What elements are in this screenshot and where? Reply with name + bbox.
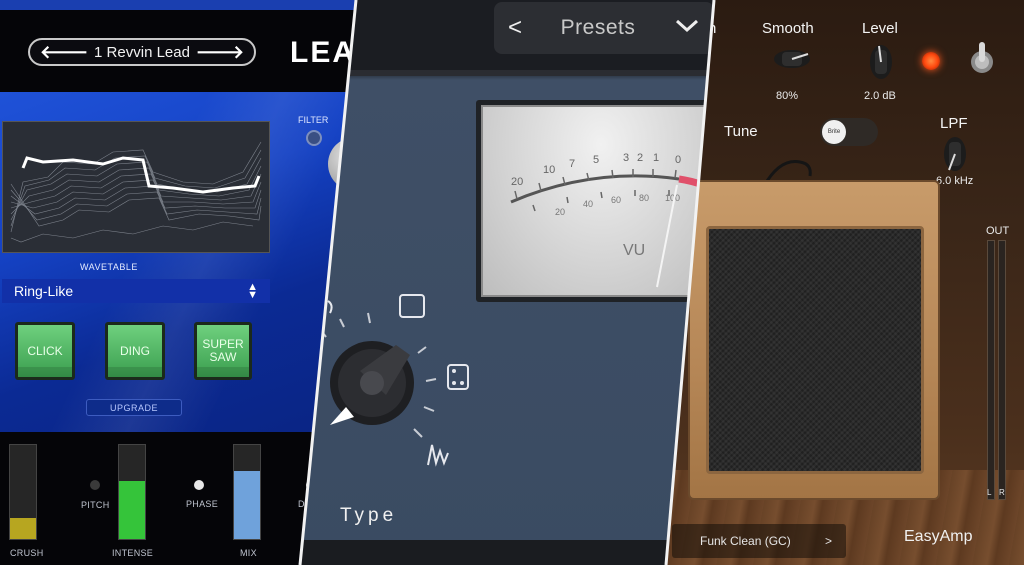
vu-pct-80: 80 bbox=[639, 193, 649, 203]
presets-label: Presets bbox=[560, 16, 636, 39]
wavetable-display[interactable] bbox=[2, 121, 270, 253]
vu-tick-0: 0 bbox=[675, 154, 681, 166]
vu-tick-3: 3 bbox=[623, 152, 629, 164]
upgrade-button[interactable]: UPGRADE bbox=[86, 399, 182, 416]
pitch-knob[interactable] bbox=[90, 480, 100, 490]
filter-label: FILTER bbox=[298, 115, 329, 125]
mix-label: MIX bbox=[240, 548, 257, 558]
vu-label: VU bbox=[623, 242, 645, 259]
click-button[interactable]: CLICK bbox=[15, 322, 75, 380]
level-knob[interactable] bbox=[866, 42, 896, 82]
mix-slider[interactable] bbox=[233, 444, 261, 540]
vu-tick-2: 2 bbox=[637, 152, 643, 164]
level-value: 2.0 dB bbox=[864, 90, 896, 102]
vu-pct-60: 60 bbox=[611, 195, 621, 205]
amp-preset-next-button[interactable]: > bbox=[825, 534, 832, 548]
vu-tick-20: 20 bbox=[511, 176, 523, 188]
vu-tick-7: 7 bbox=[569, 158, 575, 170]
ding-button[interactable]: DING bbox=[105, 322, 165, 380]
type-selector[interactable] bbox=[300, 285, 480, 485]
logo: LEA bbox=[290, 36, 356, 69]
lpf-label: LPF bbox=[940, 115, 968, 132]
amp-cabinet bbox=[688, 180, 940, 500]
lpf-value: 6.0 kHz bbox=[936, 175, 974, 187]
intense-slider[interactable] bbox=[118, 444, 146, 540]
wavetable-type-select[interactable]: Ring-Like ▲ ▼ bbox=[2, 279, 270, 303]
vu-pct-40: 40 bbox=[583, 199, 593, 209]
brand-label: EasyAmp bbox=[904, 528, 973, 545]
smooth-knob[interactable] bbox=[770, 44, 814, 74]
out-label: OUT bbox=[986, 225, 1010, 237]
level-label: Level bbox=[862, 20, 898, 37]
updown-icon: ▲ ▼ bbox=[247, 281, 258, 301]
wavetable-type-value: Ring-Like bbox=[14, 283, 74, 299]
arrow-left-icon[interactable]: 🡐 bbox=[40, 42, 88, 63]
mix-slider-fill bbox=[234, 471, 260, 539]
wavetable-graphic bbox=[10, 141, 262, 243]
tune-label: Tune bbox=[724, 123, 758, 140]
phase-knob[interactable] bbox=[194, 480, 204, 490]
intense-label: INTENSE bbox=[112, 548, 154, 558]
compressor-bottom-rail bbox=[300, 540, 714, 565]
brite-toggle-knob: Brite bbox=[822, 120, 846, 144]
preset-selector[interactable]: 🡐 1 Revvin Lead 🡒 bbox=[28, 38, 256, 66]
crush-label: CRUSH bbox=[10, 548, 44, 558]
vu-meter: 20 10 7 5 3 2 1 0 20 40 60 80 100 VU bbox=[476, 100, 714, 302]
vu-tick-10: 10 bbox=[543, 164, 555, 176]
vu-scale: 20 10 7 5 3 2 1 0 20 40 60 80 100 VU bbox=[510, 152, 711, 288]
vu-pct-100: 100 bbox=[665, 193, 680, 203]
amp-preset-selector[interactable]: Funk Clean (GC) > bbox=[672, 524, 846, 558]
presets-prev-button[interactable]: < bbox=[508, 14, 522, 42]
output-meter-left bbox=[987, 240, 995, 500]
preset-name: 1 Revvin Lead bbox=[94, 43, 190, 61]
phase-label: PHASE bbox=[186, 499, 219, 509]
wavetable-label: WAVETABLE bbox=[80, 262, 138, 272]
smooth-value: 80% bbox=[776, 90, 799, 102]
amp-grille bbox=[706, 226, 924, 474]
presets-bar[interactable]: < Presets bbox=[494, 2, 714, 54]
smooth-label: Smooth bbox=[762, 20, 814, 37]
meter-left-label: L bbox=[987, 488, 992, 497]
amp-preset-name: Funk Clean (GC) bbox=[700, 534, 791, 548]
crush-slider[interactable] bbox=[9, 444, 37, 540]
output-meter-right bbox=[998, 240, 1006, 500]
lpf-knob[interactable] bbox=[940, 134, 970, 174]
compressor-top-rail bbox=[300, 70, 714, 76]
vu-tick-1: 1 bbox=[653, 152, 659, 164]
vu-tick-5: 5 bbox=[593, 154, 599, 166]
super-saw-button[interactable]: SUPER SAW bbox=[194, 322, 252, 380]
vu-pct-20: 20 bbox=[555, 207, 565, 217]
brite-toggle[interactable]: Brite bbox=[820, 118, 878, 146]
chevron-down-icon[interactable] bbox=[674, 18, 700, 39]
filter-toggle[interactable] bbox=[306, 130, 322, 146]
power-led bbox=[922, 52, 940, 70]
pitch-label: PITCH bbox=[81, 500, 110, 510]
arrow-right-icon[interactable]: 🡒 bbox=[196, 42, 244, 63]
lead-header-strip bbox=[0, 0, 356, 10]
meter-right-label: R bbox=[999, 488, 1005, 497]
intense-slider-fill bbox=[119, 480, 145, 539]
power-switch[interactable] bbox=[968, 38, 996, 78]
vu-meter-face: 20 10 7 5 3 2 1 0 20 40 60 80 100 VU bbox=[481, 105, 714, 297]
type-label: Type bbox=[340, 505, 398, 526]
crush-slider-fill bbox=[10, 518, 36, 539]
